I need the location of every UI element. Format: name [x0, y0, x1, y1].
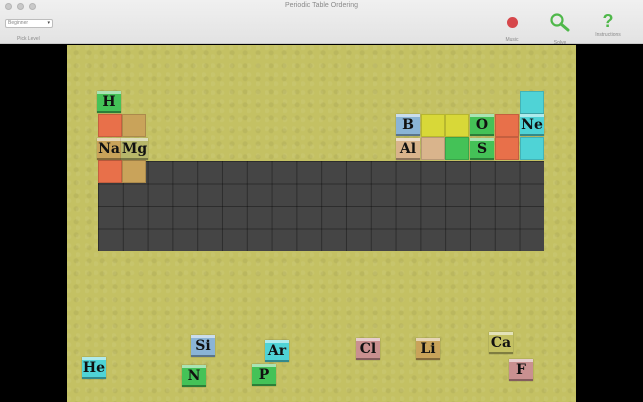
title-toolbar: Periodic Table Ordering Beginner ▾ Pick … — [0, 0, 643, 46]
element-tile-f[interactable]: F — [509, 359, 533, 381]
question-mark-icon: ? — [602, 11, 614, 31]
element-tile-ca[interactable]: Ca — [489, 332, 513, 354]
element-tile-cl[interactable]: Cl — [356, 338, 380, 360]
element-tile-ar[interactable]: Ar — [265, 340, 289, 362]
element-tile-o[interactable]: O — [470, 114, 494, 136]
music-button[interactable]: Music — [492, 12, 532, 43]
record-icon — [506, 17, 518, 28]
element-tile-na[interactable]: Na — [97, 138, 121, 160]
slot-cell[interactable] — [495, 114, 519, 137]
slot-cell[interactable] — [520, 137, 544, 160]
element-tile-n[interactable]: N — [182, 365, 206, 387]
slot-cell[interactable] — [520, 91, 544, 114]
slot-cell[interactable] — [495, 137, 519, 160]
level-label: Pick Level — [17, 36, 40, 42]
slot-cell[interactable] — [445, 114, 469, 137]
instructions-label: Instructions — [595, 32, 621, 38]
element-tile-b[interactable]: B — [396, 114, 420, 136]
instructions-button[interactable]: ? Instructions — [588, 12, 628, 38]
magnifier-icon — [550, 13, 570, 32]
level-select[interactable]: Beginner ▾ — [5, 19, 53, 28]
slot-cell[interactable] — [421, 137, 445, 160]
element-tile-si[interactable]: Si — [191, 335, 215, 357]
solve-button[interactable]: Solve — [540, 12, 580, 46]
element-tile-mg[interactable]: Mg — [121, 138, 148, 160]
slot-cell[interactable] — [421, 114, 445, 137]
element-tile-li[interactable]: Li — [416, 338, 440, 360]
element-tile-h[interactable]: H — [97, 91, 121, 113]
chevron-down-icon: ▾ — [47, 20, 50, 26]
level-select-value: Beginner — [8, 20, 29, 26]
element-tile-p[interactable]: P — [252, 364, 276, 386]
slot-cell[interactable] — [445, 137, 469, 160]
transition-metal-grid — [98, 161, 544, 251]
slot-cell[interactable] — [122, 160, 146, 183]
slot-cell[interactable] — [98, 160, 122, 183]
slot-cell[interactable] — [122, 114, 146, 137]
element-tile-he[interactable]: He — [82, 357, 106, 379]
element-tile-ne[interactable]: Ne — [520, 114, 544, 136]
element-tile-s[interactable]: S — [470, 138, 494, 160]
music-label: Music — [505, 37, 519, 43]
slot-cell[interactable] — [98, 114, 122, 137]
window-title: Periodic Table Ordering — [284, 2, 359, 9]
element-tile-al[interactable]: Al — [396, 138, 420, 160]
